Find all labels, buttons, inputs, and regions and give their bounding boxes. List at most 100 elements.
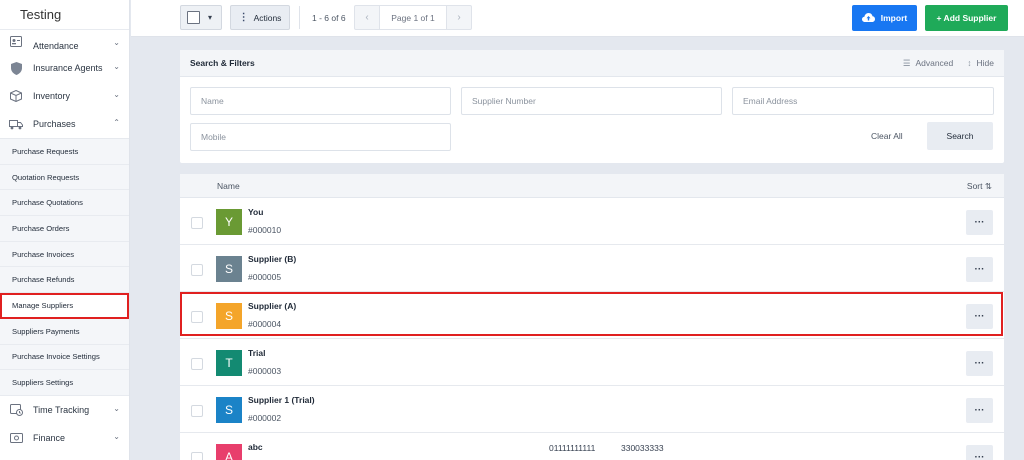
chevron-up-icon: ⌃ xyxy=(113,118,120,127)
sidebar-subitem-suppliers-payments[interactable]: Suppliers Payments xyxy=(0,319,129,345)
page-indicator: Page 1 of 1 xyxy=(379,6,447,29)
sidebar-item-label: Finance xyxy=(33,432,66,443)
supplier-list: Name Sort ⇅ Y You #000010 ··· S Supplier… xyxy=(180,174,1004,460)
money-icon xyxy=(9,431,23,445)
sidebar-subitem-manage-suppliers[interactable]: Manage Suppliers xyxy=(0,293,129,319)
row-checkbox[interactable] xyxy=(191,264,203,276)
supplier-name[interactable]: Supplier 1 (Trial) xyxy=(248,395,315,405)
chevron-down-icon: ⌄ xyxy=(113,62,120,71)
actions-label: Actions xyxy=(253,12,282,23)
supplier-code: #000004 xyxy=(248,319,282,329)
table-row[interactable]: A abc 01111111111 330033333 ··· xyxy=(180,433,1004,460)
filters-header: Search & Filters ☰ Advanced ↕ Hide xyxy=(180,50,1004,77)
sidebar-item-label: Time Tracking xyxy=(33,404,90,415)
prev-page-button[interactable]: ‹ xyxy=(355,6,379,29)
sidebar-item-inventory[interactable]: Inventory ⌄ xyxy=(0,82,129,110)
sidebar-subitem-purchase-invoices[interactable]: Purchase Invoices xyxy=(0,242,129,268)
result-range: 1 - 6 of 6 xyxy=(312,13,346,23)
avatar: S xyxy=(216,256,242,282)
more-options-button[interactable]: ··· xyxy=(966,398,993,423)
kebab-icon: ⋮ xyxy=(238,12,249,23)
box-icon xyxy=(9,89,23,103)
more-options-button[interactable]: ··· xyxy=(966,257,993,282)
email-input[interactable]: Email Address xyxy=(732,87,994,115)
row-checkbox[interactable] xyxy=(191,358,203,370)
search-button[interactable]: Search xyxy=(927,122,993,150)
cloud-upload-icon xyxy=(861,12,875,24)
filters-header-actions: ☰ Advanced ↕ Hide xyxy=(903,58,994,69)
supplier-code: #000010 xyxy=(248,225,282,235)
supplier-phone: 01111111111 xyxy=(549,443,596,453)
import-button[interactable]: Import xyxy=(852,5,917,31)
supplier-name[interactable]: You xyxy=(248,207,263,217)
advanced-label: Advanced xyxy=(915,58,954,68)
sidebar-subitem-purchase-orders[interactable]: Purchase Orders xyxy=(0,216,129,242)
supplier-name[interactable]: Supplier (A) xyxy=(248,301,296,311)
truck-icon xyxy=(9,117,23,131)
sidebar-subitem-purchase-requests[interactable]: Purchase Requests xyxy=(0,139,129,165)
avatar: T xyxy=(216,350,242,376)
sort-label: Sort xyxy=(966,181,983,191)
row-checkbox[interactable] xyxy=(191,311,203,323)
table-row[interactable]: S Supplier (A) #000004 ··· xyxy=(180,292,1004,339)
sort-icon: ⇅ xyxy=(984,181,992,191)
sidebar-subitem-purchase-refunds[interactable]: Purchase Refunds xyxy=(0,267,129,294)
select-all-dropdown[interactable]: ▾ xyxy=(180,5,222,30)
row-checkbox[interactable] xyxy=(191,405,203,417)
sidebar-subitem-purchase-quotations[interactable]: Purchase Quotations xyxy=(0,190,129,217)
select-all-checkbox[interactable] xyxy=(187,11,200,24)
hide-toggle[interactable]: ↕ Hide xyxy=(967,58,994,69)
more-options-button[interactable]: ··· xyxy=(966,445,993,460)
chevron-down-icon: ⌄ xyxy=(113,431,120,441)
list-header: Name Sort ⇅ xyxy=(180,174,1004,198)
sidebar-item-purchases[interactable]: Purchases ⌃ xyxy=(0,110,129,138)
row-checkbox[interactable] xyxy=(191,452,203,460)
app-title: Testing xyxy=(0,0,129,30)
sidebar-item-finance[interactable]: Finance ⌄ xyxy=(0,424,129,452)
next-page-button[interactable]: › xyxy=(447,6,471,29)
avatar: A xyxy=(216,444,242,460)
sidebar-item-time-tracking[interactable]: Time Tracking ⌄ xyxy=(0,396,129,424)
table-row[interactable]: T Trial #000003 ··· xyxy=(180,339,1004,386)
table-row[interactable]: S Supplier (B) #000005 ··· xyxy=(180,245,1004,292)
row-checkbox[interactable] xyxy=(191,217,203,229)
collapse-icon: ↕ xyxy=(967,58,972,68)
clear-all-button[interactable]: Clear All xyxy=(871,131,903,141)
supplier-name[interactable]: Supplier (B) xyxy=(248,254,296,264)
import-label: Import xyxy=(880,13,908,23)
sidebar-subitem-suppliers-settings[interactable]: Suppliers Settings xyxy=(0,370,129,396)
chevron-down-icon: ⌄ xyxy=(113,90,120,99)
supplier-code: #000003 xyxy=(248,366,282,376)
toolbar-divider xyxy=(299,6,300,29)
more-options-button[interactable]: ··· xyxy=(966,210,993,235)
avatar: S xyxy=(216,303,242,329)
add-supplier-button[interactable]: + Add Supplier xyxy=(925,5,1008,31)
chevron-down-icon: ⌄ xyxy=(113,403,120,413)
sidebar-item-label: Inventory xyxy=(33,91,71,101)
more-options-button[interactable]: ··· xyxy=(966,304,993,329)
sidebar: Testing Attendance ⌄ Insurance Agents ⌄ … xyxy=(0,0,130,460)
actions-button[interactable]: ⋮ Actions xyxy=(230,5,290,30)
advanced-toggle[interactable]: ☰ Advanced xyxy=(903,58,953,69)
supplier-name[interactable]: abc xyxy=(248,442,263,452)
supplier-number-input[interactable]: Supplier Number xyxy=(461,87,722,115)
name-input[interactable]: Name xyxy=(190,87,451,115)
avatar: Y xyxy=(216,209,242,235)
chevron-down-icon[interactable]: ▾ xyxy=(208,13,212,22)
chevron-down-icon: ⌄ xyxy=(113,38,120,47)
sidebar-item-attendance[interactable]: Attendance ⌄ xyxy=(0,30,129,54)
supplier-name[interactable]: Trial xyxy=(248,348,265,358)
shield-icon xyxy=(9,61,23,75)
mobile-input[interactable]: Mobile xyxy=(190,123,451,151)
sidebar-item-label: Attendance xyxy=(33,41,79,51)
sidebar-subitem-quotation-requests[interactable]: Quotation Requests xyxy=(0,165,129,191)
table-row[interactable]: Y You #000010 ··· xyxy=(180,198,1004,245)
table-row[interactable]: S Supplier 1 (Trial) #000002 ··· xyxy=(180,386,1004,433)
sort-button[interactable]: Sort ⇅ xyxy=(967,181,992,192)
supplier-code: #000005 xyxy=(248,272,282,282)
column-name: Name xyxy=(217,181,240,191)
more-options-button[interactable]: ··· xyxy=(966,351,993,376)
sidebar-item-insurance-agents[interactable]: Insurance Agents ⌄ xyxy=(0,54,129,82)
supplier-mobile: 330033333 xyxy=(621,443,664,453)
sidebar-subitem-purchase-invoice-settings[interactable]: Purchase Invoice Settings xyxy=(0,345,129,371)
